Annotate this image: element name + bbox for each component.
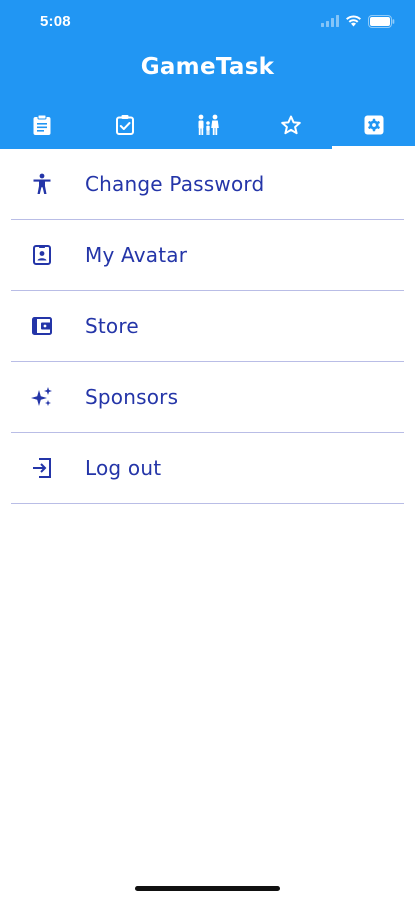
menu-item-change-password[interactable]: Change Password <box>11 149 404 220</box>
accessibility-person-icon <box>31 173 53 195</box>
home-indicator[interactable] <box>135 886 280 891</box>
battery-icon <box>368 14 395 28</box>
tab-tasks[interactable] <box>0 101 83 149</box>
menu-item-sponsors[interactable]: Sponsors <box>11 362 404 433</box>
status-icons <box>321 14 395 28</box>
menu-item-label: Sponsors <box>85 385 179 409</box>
app-header: 5:08 GameTask <box>0 0 415 149</box>
sparkles-icon <box>31 386 53 408</box>
star-outline-icon <box>280 115 301 135</box>
status-bar: 5:08 <box>0 0 415 44</box>
badge-icon <box>31 244 53 266</box>
settings-menu: Change Password My Avatar Store Sponsors… <box>0 149 415 504</box>
logout-icon <box>31 457 53 479</box>
tab-completed[interactable] <box>83 101 166 149</box>
tab-settings[interactable] <box>332 101 415 149</box>
app-title: GameTask <box>140 54 275 80</box>
menu-item-log-out[interactable]: Log out <box>11 433 404 504</box>
status-time: 5:08 <box>40 13 71 30</box>
wifi-icon <box>346 15 361 27</box>
clipboard-icon <box>33 114 50 135</box>
menu-item-label: My Avatar <box>85 243 188 267</box>
menu-item-my-avatar[interactable]: My Avatar <box>11 220 404 291</box>
wallet-icon <box>31 315 53 337</box>
menu-item-label: Store <box>85 314 139 338</box>
family-icon <box>198 114 219 135</box>
check-box-icon <box>115 115 134 135</box>
menu-item-label: Change Password <box>85 172 265 196</box>
menu-item-store[interactable]: Store <box>11 291 404 362</box>
tab-family[interactable] <box>166 101 249 149</box>
menu-item-label: Log out <box>85 456 162 480</box>
tab-favorites[interactable] <box>249 101 332 149</box>
tab-bar <box>0 101 415 149</box>
settings-icon <box>364 115 383 135</box>
signal-icon <box>321 15 339 27</box>
